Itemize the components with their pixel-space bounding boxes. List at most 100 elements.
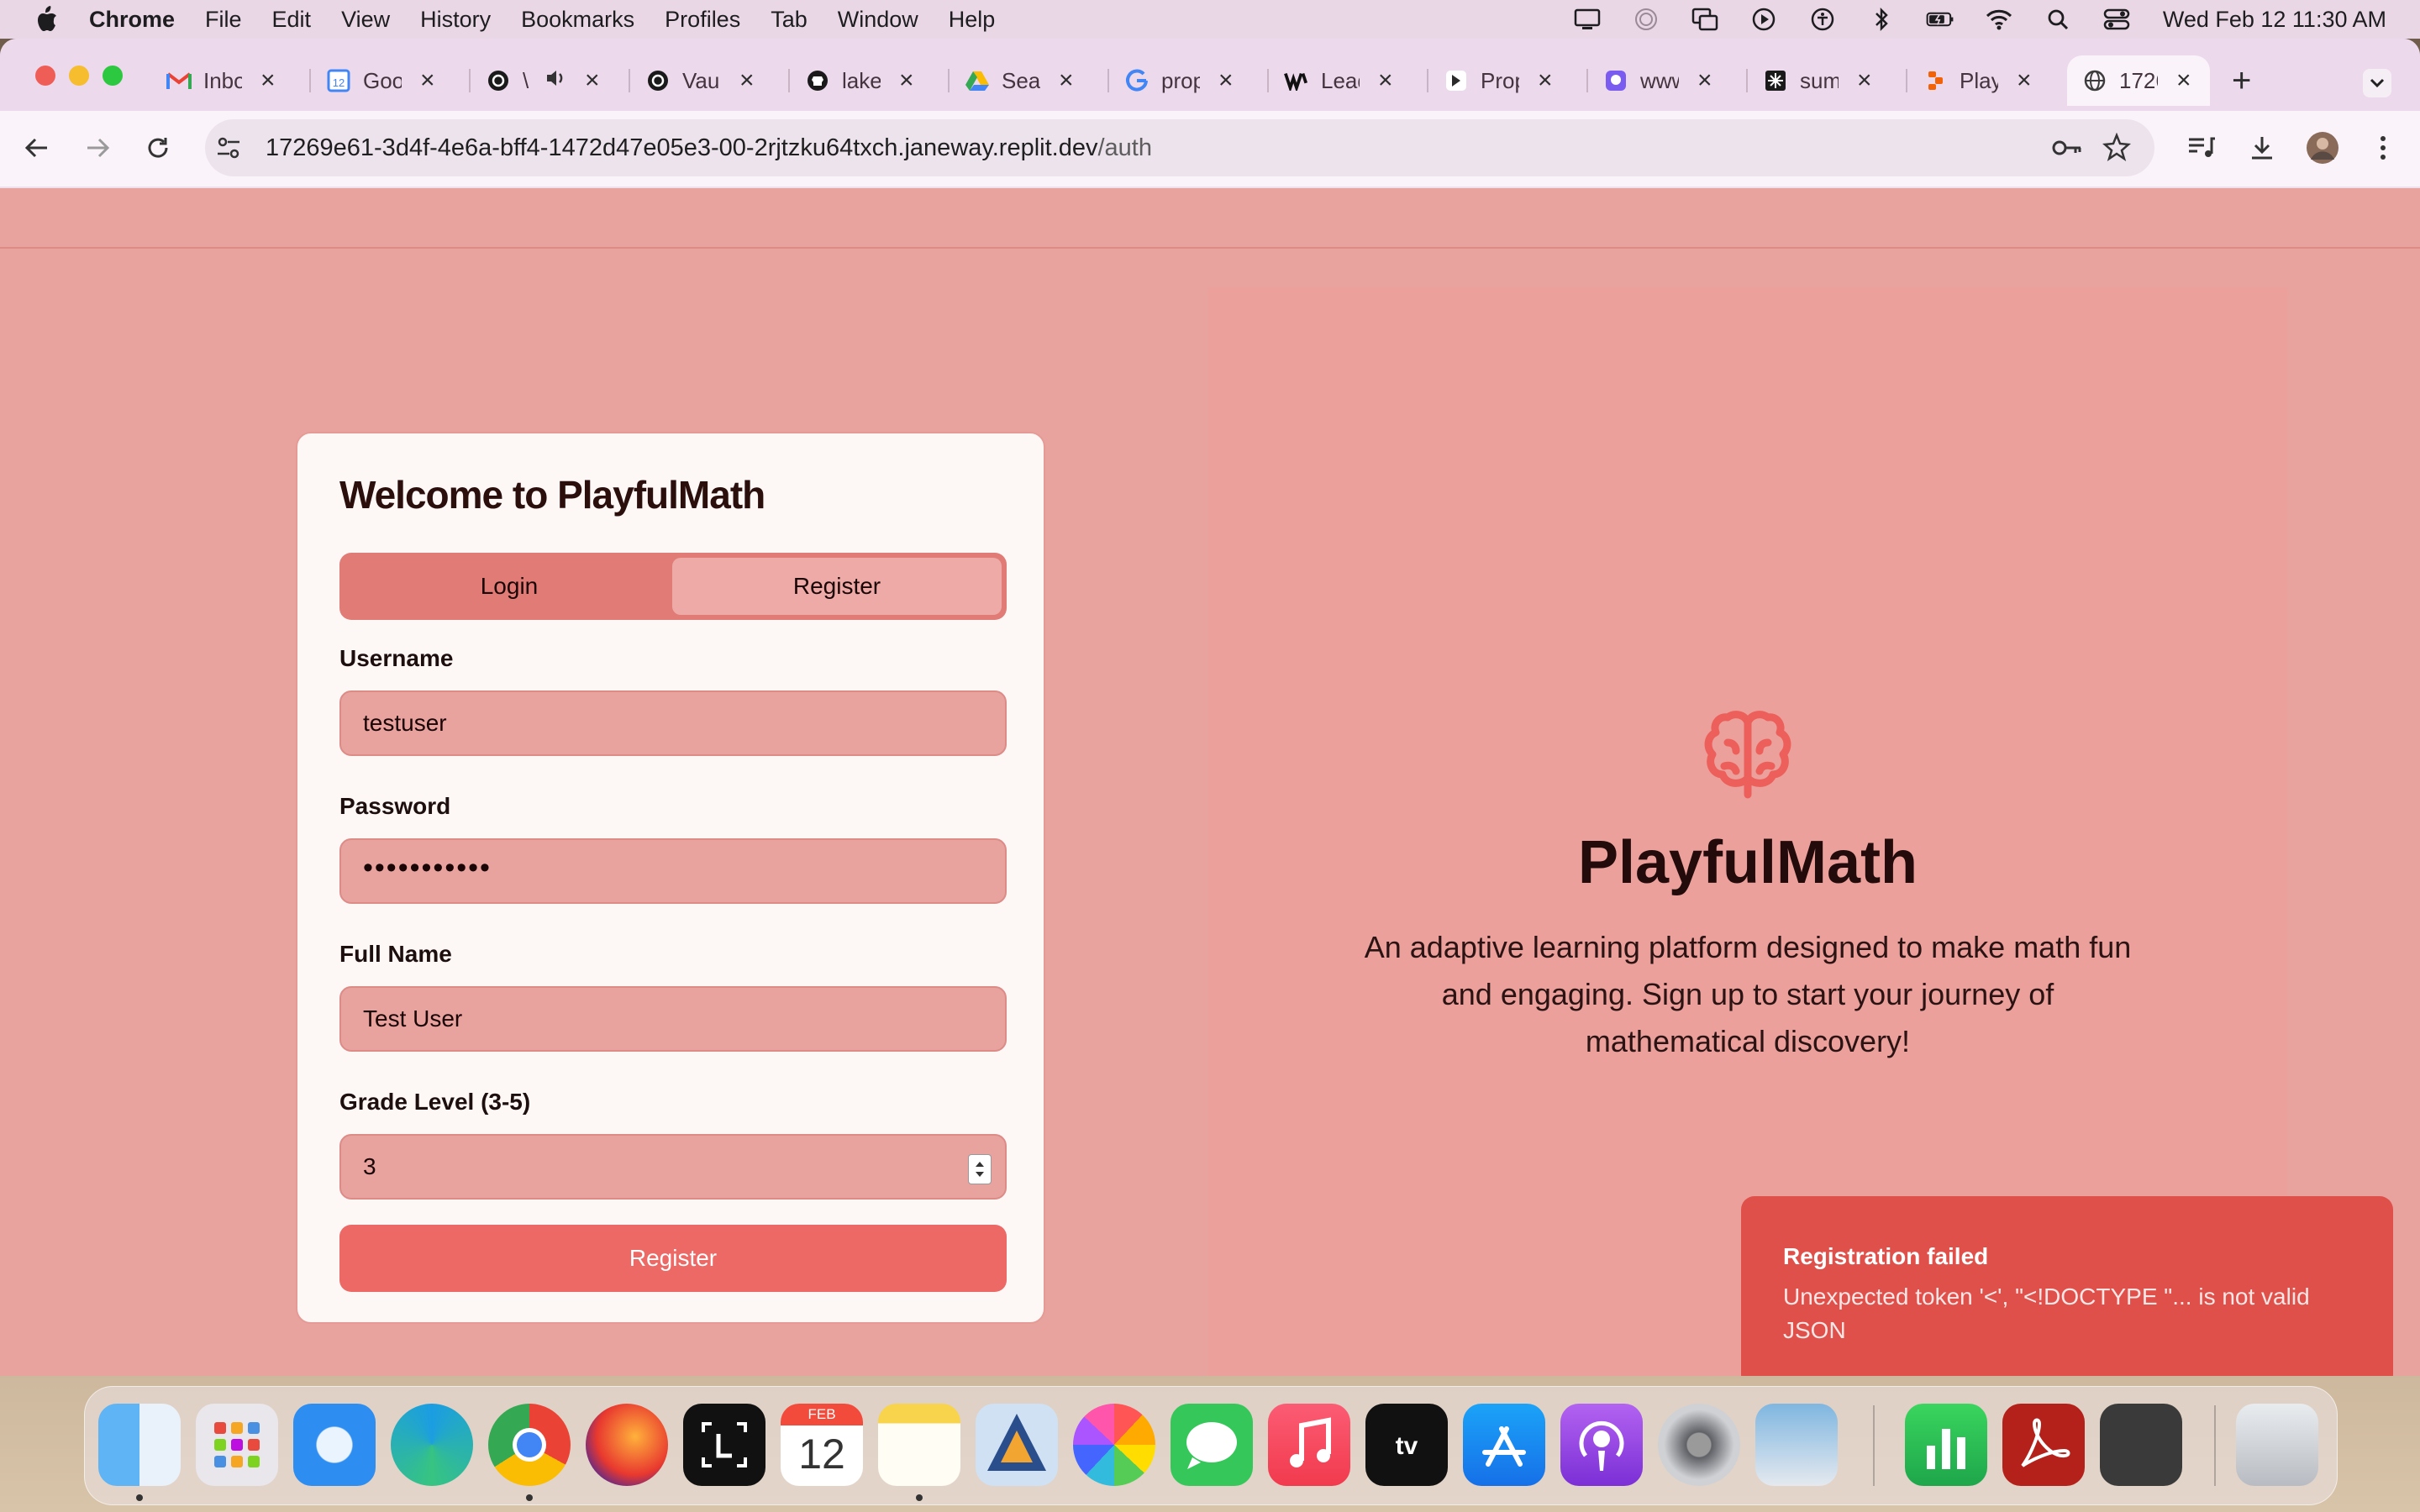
menu-window[interactable]: Window	[838, 7, 918, 33]
tab-github[interactable]: lake ×	[790, 55, 950, 106]
wifi-icon[interactable]	[1985, 7, 2013, 32]
photos-icon[interactable]	[1073, 1404, 1155, 1486]
tab-lead[interactable]: Lead ×	[1269, 55, 1428, 106]
tab-login[interactable]: Login	[345, 558, 674, 615]
menu-tab[interactable]: Tab	[771, 7, 808, 33]
notes-icon[interactable]	[878, 1404, 960, 1486]
airdrop-icon[interactable]	[1632, 7, 1660, 32]
menubar-clock[interactable]: Wed Feb 12 11:30 AM	[2163, 7, 2386, 33]
menu-bookmarks[interactable]: Bookmarks	[521, 7, 634, 33]
reload-button[interactable]	[141, 131, 175, 165]
finder-icon[interactable]	[98, 1404, 181, 1486]
music-icon[interactable]	[1268, 1404, 1350, 1486]
apple-logo-icon[interactable]	[34, 5, 59, 34]
full-name-input[interactable]: Test User	[339, 986, 1007, 1052]
app-store-icon[interactable]	[1463, 1404, 1545, 1486]
display-icon[interactable]	[1573, 7, 1602, 32]
svg-text:tv: tv	[1396, 1432, 1418, 1460]
close-tab-icon[interactable]: ×	[1378, 66, 1393, 95]
close-tab-icon[interactable]: ×	[739, 66, 755, 95]
system-settings-icon[interactable]	[1658, 1404, 1740, 1486]
trash-icon[interactable]	[2236, 1404, 2318, 1486]
spotlight-search-icon[interactable]	[2044, 7, 2072, 32]
tab-playfulmath[interactable]: Play ×	[1907, 55, 2067, 106]
menu-edit[interactable]: Edit	[272, 7, 312, 33]
tab-title: Search	[1002, 67, 1040, 93]
control-center-icon[interactable]	[2102, 7, 2131, 32]
tab-audio[interactable]: \ ×	[471, 55, 630, 106]
letterbox-app-icon[interactable]	[683, 1404, 765, 1486]
bluetooth-icon[interactable]	[1867, 7, 1896, 32]
tab-www[interactable]: www ×	[1588, 55, 1748, 106]
forward-button[interactable]	[81, 131, 114, 165]
close-tab-icon[interactable]: ×	[2017, 66, 2032, 95]
close-tab-icon[interactable]: ×	[585, 66, 600, 95]
play-circle-icon[interactable]	[1749, 7, 1778, 32]
launchpad-icon[interactable]	[196, 1404, 278, 1486]
menu-help[interactable]: Help	[949, 7, 996, 33]
chrome-menu-button[interactable]	[2366, 131, 2400, 165]
number-stepper[interactable]	[968, 1154, 992, 1184]
menu-profiles[interactable]: Profiles	[665, 7, 740, 33]
edge-icon[interactable]	[391, 1404, 473, 1486]
firefox-icon[interactable]	[586, 1404, 668, 1486]
minimize-window-button[interactable]	[69, 66, 89, 86]
apple-tv-icon[interactable]: tv	[1365, 1404, 1448, 1486]
close-tab-icon[interactable]: ×	[1538, 66, 1553, 95]
screen-mirroring-icon[interactable]	[1691, 7, 1719, 32]
battery-icon[interactable]	[1926, 7, 1954, 32]
tab-google[interactable]: prop ×	[1109, 55, 1269, 106]
close-tab-icon[interactable]: ×	[899, 66, 914, 95]
menu-file[interactable]: File	[205, 7, 242, 33]
menu-view[interactable]: View	[341, 7, 390, 33]
address-bar[interactable]: 17269e61-3d4f-4e6a-bff4-1472d47e05e3-00-…	[205, 119, 2154, 176]
close-tab-icon[interactable]: ×	[1059, 66, 1074, 95]
messages-icon[interactable]	[1171, 1404, 1253, 1486]
podcasts-icon[interactable]	[1560, 1404, 1643, 1486]
password-input[interactable]: •••••••••••	[339, 838, 1007, 904]
accessibility-icon[interactable]	[1808, 7, 1837, 32]
zoom-window-button[interactable]	[103, 66, 123, 86]
register-button[interactable]: Register	[339, 1225, 1007, 1292]
site-settings-icon[interactable]	[213, 133, 244, 163]
tab-active-auth[interactable]: 1726 ×	[2067, 55, 2210, 106]
calendar-dock-icon[interactable]: FEB 12	[781, 1404, 863, 1486]
acrobat-icon[interactable]	[2002, 1404, 2085, 1486]
chrome-icon[interactable]	[488, 1404, 571, 1486]
screenshot-app-icon[interactable]	[2100, 1404, 2182, 1486]
close-tab-icon[interactable]: ×	[420, 66, 435, 95]
url-text[interactable]: 17269e61-3d4f-4e6a-bff4-1472d47e05e3-00-…	[266, 134, 1152, 162]
password-key-icon[interactable]	[2050, 134, 2084, 165]
tab-inbox[interactable]: Inbox ×	[151, 55, 311, 106]
preview-icon[interactable]	[1755, 1404, 1838, 1486]
profile-avatar[interactable]	[2306, 131, 2339, 165]
close-window-button[interactable]	[35, 66, 55, 86]
mountain-app-icon[interactable]	[976, 1404, 1058, 1486]
grade-level-input[interactable]: 3	[339, 1134, 1007, 1200]
bookmark-star-icon[interactable]	[2102, 132, 2131, 165]
tab-calendar[interactable]: 12 Google Calendar ×	[311, 55, 471, 106]
menu-app-name[interactable]: Chrome	[89, 7, 175, 33]
tab-register[interactable]: Register	[672, 558, 1002, 615]
close-tab-icon[interactable]: ×	[2176, 66, 2191, 95]
numbers-icon[interactable]	[1905, 1404, 1987, 1486]
tab-sum[interactable]: sum ×	[1748, 55, 1907, 106]
downloads-button[interactable]	[2245, 131, 2279, 165]
tab-vault[interactable]: Vault ×	[630, 55, 790, 106]
media-control-button[interactable]	[2185, 131, 2218, 165]
tab-prop[interactable]: Prop ×	[1428, 55, 1588, 106]
back-button[interactable]	[20, 131, 54, 165]
tab-drive[interactable]: Search ×	[950, 55, 1109, 106]
error-toast[interactable]: Registration failed Unexpected token '<'…	[1741, 1196, 2393, 1376]
speaker-icon[interactable]	[544, 68, 566, 94]
username-input[interactable]: testuser	[339, 690, 1007, 756]
menu-history[interactable]: History	[420, 7, 491, 33]
close-tab-icon[interactable]: ×	[1857, 66, 1872, 95]
grade-level-value: 3	[363, 1153, 376, 1179]
close-tab-icon[interactable]: ×	[1697, 66, 1712, 95]
close-tab-icon[interactable]: ×	[1218, 66, 1234, 95]
safari-icon[interactable]	[293, 1404, 376, 1486]
close-tab-icon[interactable]: ×	[260, 66, 276, 95]
tab-search-button[interactable]	[2363, 69, 2391, 97]
new-tab-button[interactable]: +	[2232, 62, 2251, 100]
